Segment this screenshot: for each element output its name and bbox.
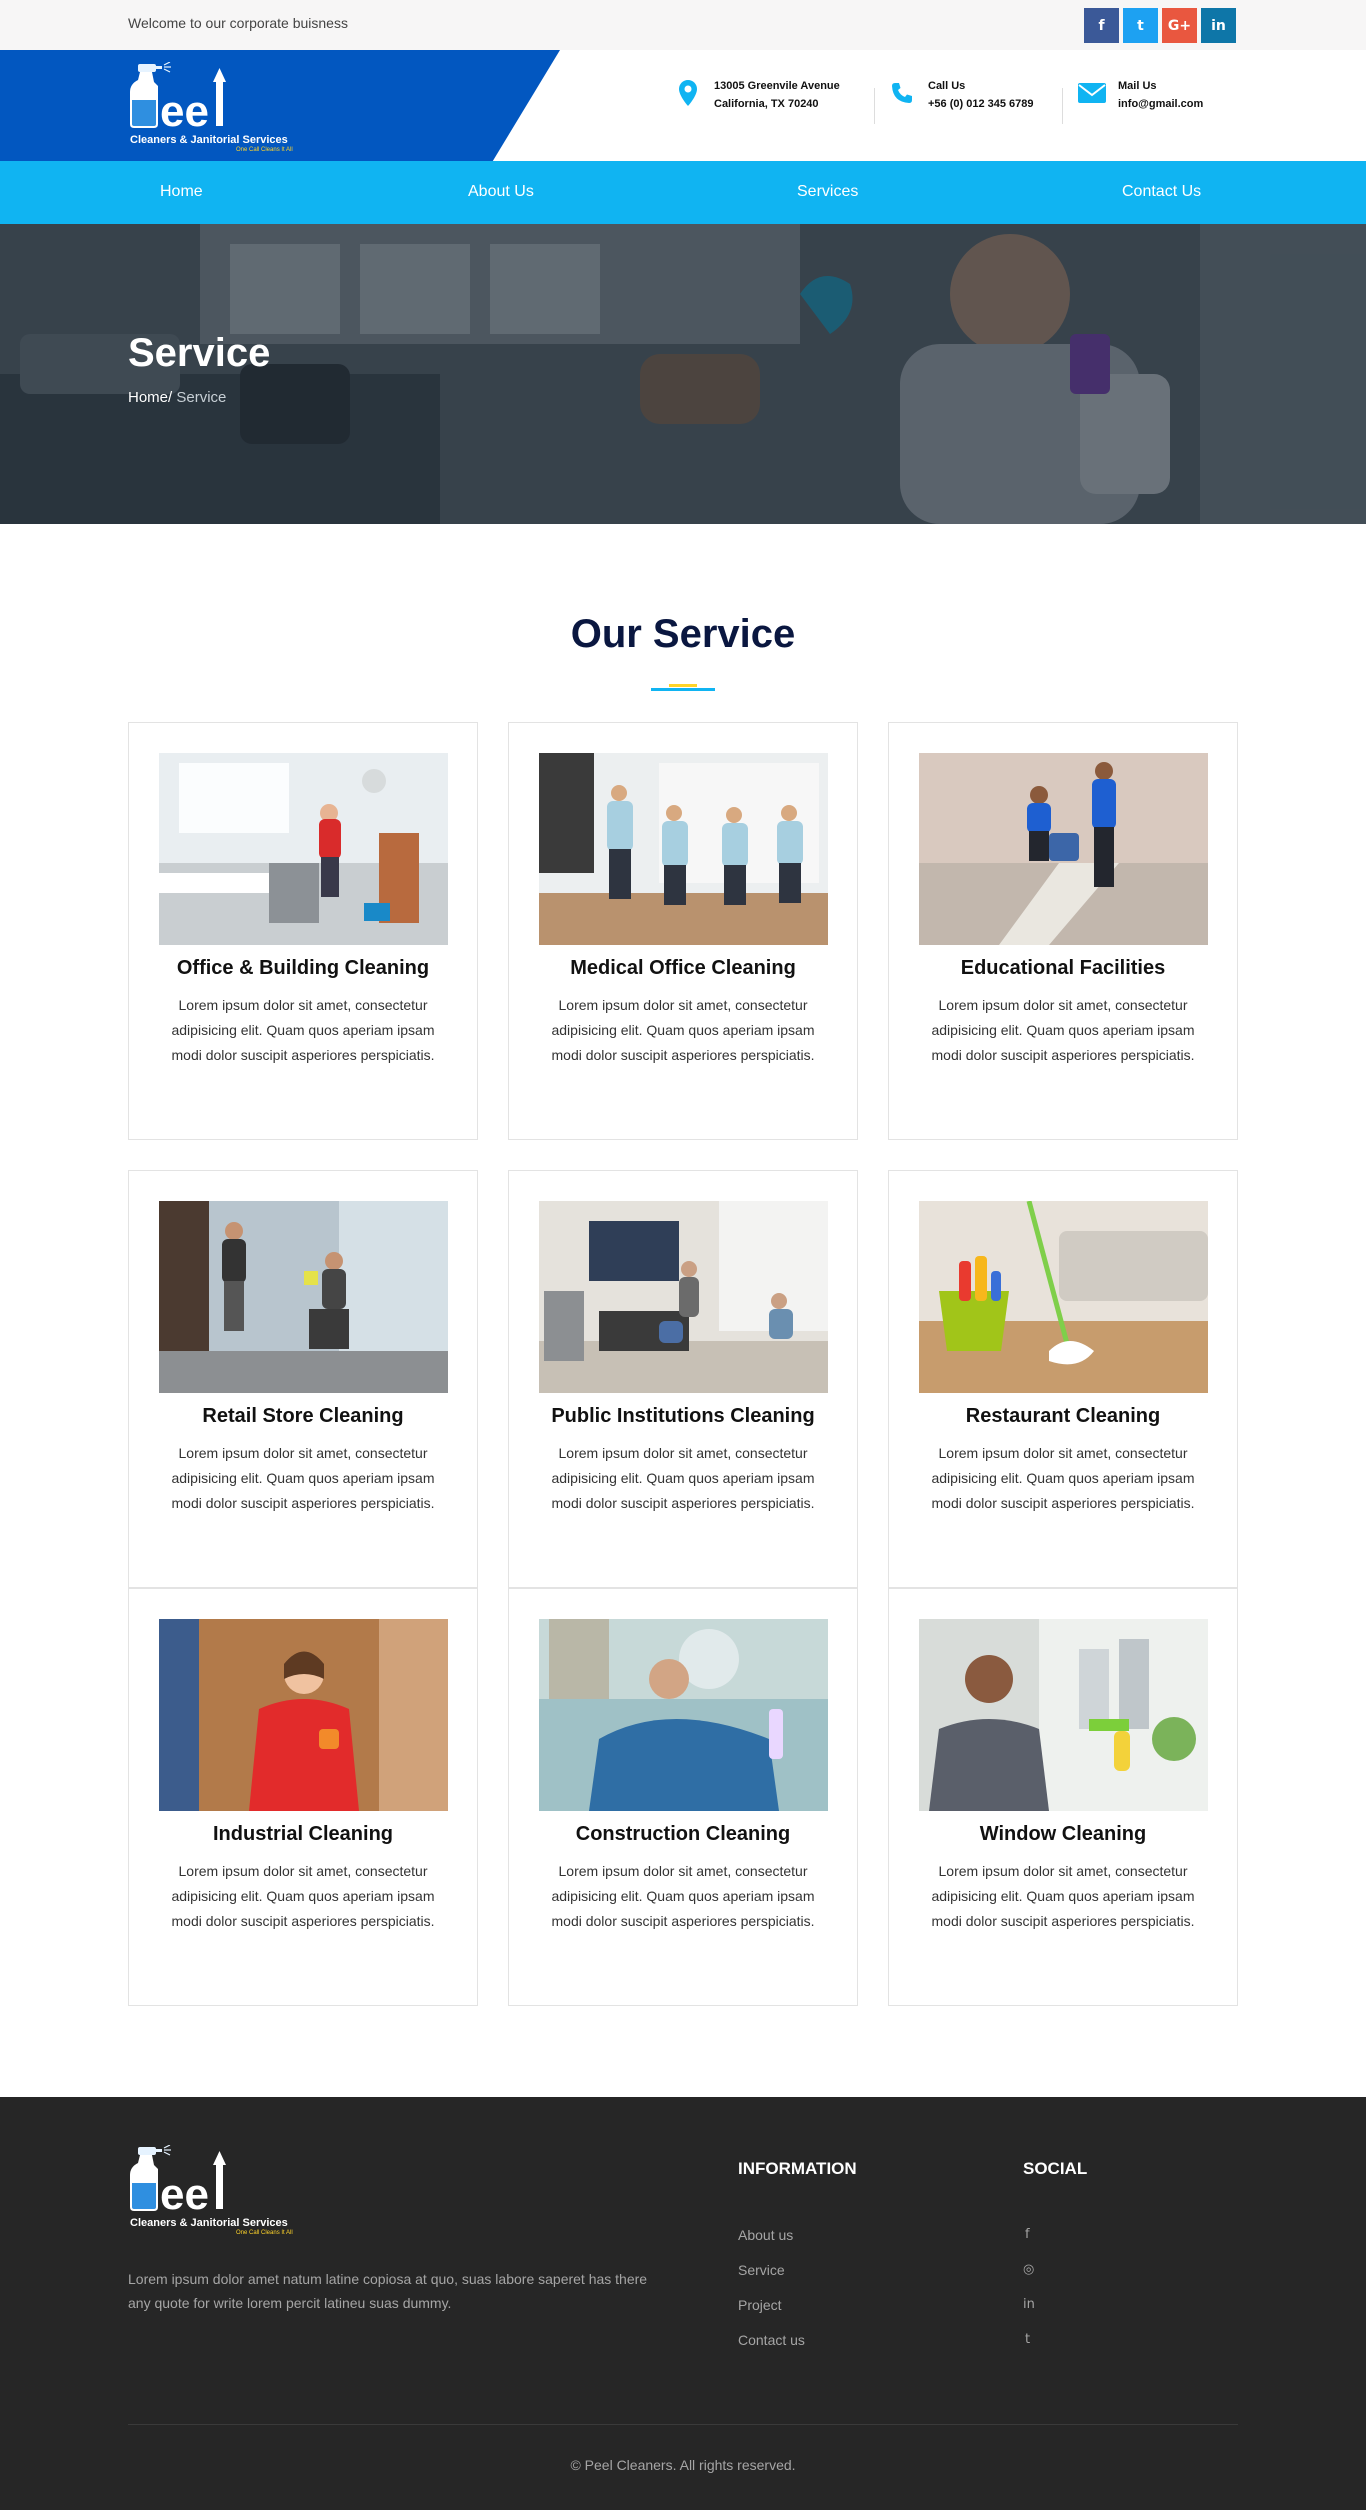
address-line-2: California, TX 70240 [714, 98, 819, 110]
service-image-restaurant [919, 1201, 1208, 1393]
welcome-text: Welcome to our corporate buisness [128, 15, 348, 31]
service-title: Public Institutions Cleaning [551, 1405, 815, 1427]
service-image-medical [539, 753, 828, 945]
service-image-public [539, 1201, 828, 1393]
page-title: Service [128, 331, 271, 375]
service-card[interactable]: Retail Store Cleaning Lorem ipsum dolor … [128, 1170, 478, 1588]
main-nav: Home About Us Services Contact Us [0, 161, 1366, 224]
service-description: Lorem ipsum dolor sit amet, consectetur … [171, 997, 435, 1063]
phone-icon [886, 77, 918, 109]
nav-contact[interactable]: Contact Us [1122, 183, 1201, 201]
linkedin-icon[interactable]: in [1023, 2297, 1035, 2312]
mail-us-label: Mail Us [1118, 80, 1157, 92]
service-title: Window Cleaning [979, 1823, 1147, 1845]
footer-link-contact[interactable]: Contact us [738, 2332, 805, 2348]
mail-icon [1076, 77, 1108, 109]
site-logo[interactable]: ee Cleaners & Janitorial Services One Ca… [128, 61, 308, 153]
logo-tagline: Cleaners & Janitorial Services [130, 134, 288, 146]
site-header: ee Cleaners & Janitorial Services One Ca… [0, 50, 1366, 161]
service-image-retail [159, 1201, 448, 1393]
service-title: Retail Store Cleaning [202, 1405, 404, 1427]
page-hero: Service Home/ Service [0, 224, 1366, 524]
section-heading: Our Service [570, 612, 796, 656]
service-description: Lorem ipsum dolor sit amet, consectetur … [171, 1863, 435, 1929]
service-title: Construction Cleaning [575, 1823, 791, 1845]
footer-logo[interactable]: ee Cleaners & Janitorial Services One Ca… [128, 2144, 308, 2236]
breadcrumb-current: Service [172, 389, 227, 406]
service-title: Medical Office Cleaning [570, 957, 796, 979]
service-title: Restaurant Cleaning [965, 1405, 1161, 1427]
twitter-icon[interactable]: t [1025, 2332, 1030, 2347]
service-image-industrial [159, 1619, 448, 1811]
top-bar: Welcome to our corporate buisness f t G+… [0, 0, 1366, 50]
service-description: Lorem ipsum dolor sit amet, consectetur … [551, 997, 815, 1063]
service-image-construction [539, 1619, 828, 1811]
footer-link-service[interactable]: Service [738, 2262, 785, 2278]
location-pin-icon [672, 77, 704, 109]
nav-home[interactable]: Home [160, 183, 203, 201]
service-image-educational [919, 753, 1208, 945]
service-description: Lorem ipsum dolor sit amet, consectetur … [551, 1863, 815, 1929]
site-footer: ee Cleaners & Janitorial Services One Ca… [0, 2097, 1366, 2510]
service-title: Educational Facilities [960, 957, 1166, 979]
service-card[interactable]: Public Institutions Cleaning Lorem ipsum… [508, 1170, 858, 1588]
top-social-links: f t G+ in [1084, 8, 1236, 43]
service-card[interactable]: Industrial Cleaning Lorem ipsum dolor si… [128, 1588, 478, 2006]
service-description: Lorem ipsum dolor sit amet, consectetur … [931, 997, 1195, 1063]
service-description: Lorem ipsum dolor sit amet, consectetur … [171, 1445, 435, 1511]
service-title: Office & Building Cleaning [176, 957, 430, 979]
service-description: Lorem ipsum dolor sit amet, consectetur … [931, 1445, 1195, 1511]
service-image-office [159, 753, 448, 945]
service-description: Lorem ipsum dolor sit amet, consectetur … [551, 1445, 815, 1511]
nav-about[interactable]: About Us [468, 183, 534, 201]
service-card[interactable]: Medical Office Cleaning Lorem ipsum dolo… [508, 722, 858, 1140]
twitter-icon[interactable]: t [1123, 8, 1158, 43]
nav-services[interactable]: Services [797, 183, 858, 201]
service-card[interactable]: Construction Cleaning Lorem ipsum dolor … [508, 1588, 858, 2006]
phone-number[interactable]: +56 (0) 012 345 6789 [928, 95, 1034, 113]
call-us-label: Call Us [928, 80, 966, 92]
service-card[interactable]: Restaurant Cleaning Lorem ipsum dolor si… [888, 1170, 1238, 1588]
email-address[interactable]: info@gmail.com [1118, 95, 1203, 113]
address-line-1: 13005 Greenvile Avenue [714, 80, 840, 92]
logo-slogan: One Call Cleans It All [236, 147, 293, 153]
footer-link-project[interactable]: Project [738, 2297, 782, 2313]
facebook-icon[interactable]: f [1025, 2227, 1030, 2242]
phone-block: Call Us +56 (0) 012 345 6789 [886, 77, 1034, 113]
logo-tagline: Cleaners & Janitorial Services [130, 2217, 288, 2229]
mail-block: Mail Us info@gmail.com [1076, 77, 1203, 113]
services-section: Our Service Office & Building Cleaning L… [0, 524, 1366, 2097]
footer-about-text: Lorem ipsum dolor amet natum latine copi… [128, 2271, 648, 2311]
footer-info-heading: INFORMATION [738, 2159, 857, 2178]
service-card[interactable]: Educational Facilities Lorem ipsum dolor… [888, 722, 1238, 1140]
service-card[interactable]: Office & Building Cleaning Lorem ipsum d… [128, 722, 478, 1140]
spray-bottle-logo-icon: ee [130, 61, 226, 136]
service-image-window [919, 1619, 1208, 1811]
logo-slogan: One Call Cleans It All [236, 2230, 293, 2236]
breadcrumb-home[interactable]: Home/ [128, 389, 172, 406]
address-block: 13005 Greenvile Avenue California, TX 70… [672, 77, 840, 113]
service-card[interactable]: Window Cleaning Lorem ipsum dolor sit am… [888, 1588, 1238, 2006]
service-title: Industrial Cleaning [212, 1823, 394, 1845]
footer-link-about[interactable]: About us [738, 2227, 793, 2243]
svg-text:ee: ee [160, 2170, 209, 2217]
breadcrumb: Home/ Service [128, 389, 226, 406]
contact-divider [874, 88, 875, 124]
contact-divider [1062, 88, 1063, 124]
dribbble-icon[interactable]: ◎ [1023, 2262, 1034, 2277]
heading-underline [651, 684, 715, 691]
facebook-icon[interactable]: f [1084, 8, 1119, 43]
spray-bottle-logo-icon: ee [130, 2144, 226, 2219]
google-plus-icon[interactable]: G+ [1162, 8, 1197, 43]
footer-social-heading: SOCIAL [1023, 2159, 1088, 2178]
svg-text:ee: ee [160, 87, 209, 134]
service-description: Lorem ipsum dolor sit amet, consectetur … [931, 1863, 1195, 1929]
copyright-text: © Peel Cleaners. All rights reserved. [570, 2457, 796, 2473]
linkedin-icon[interactable]: in [1201, 8, 1236, 43]
footer-divider [128, 2424, 1238, 2425]
